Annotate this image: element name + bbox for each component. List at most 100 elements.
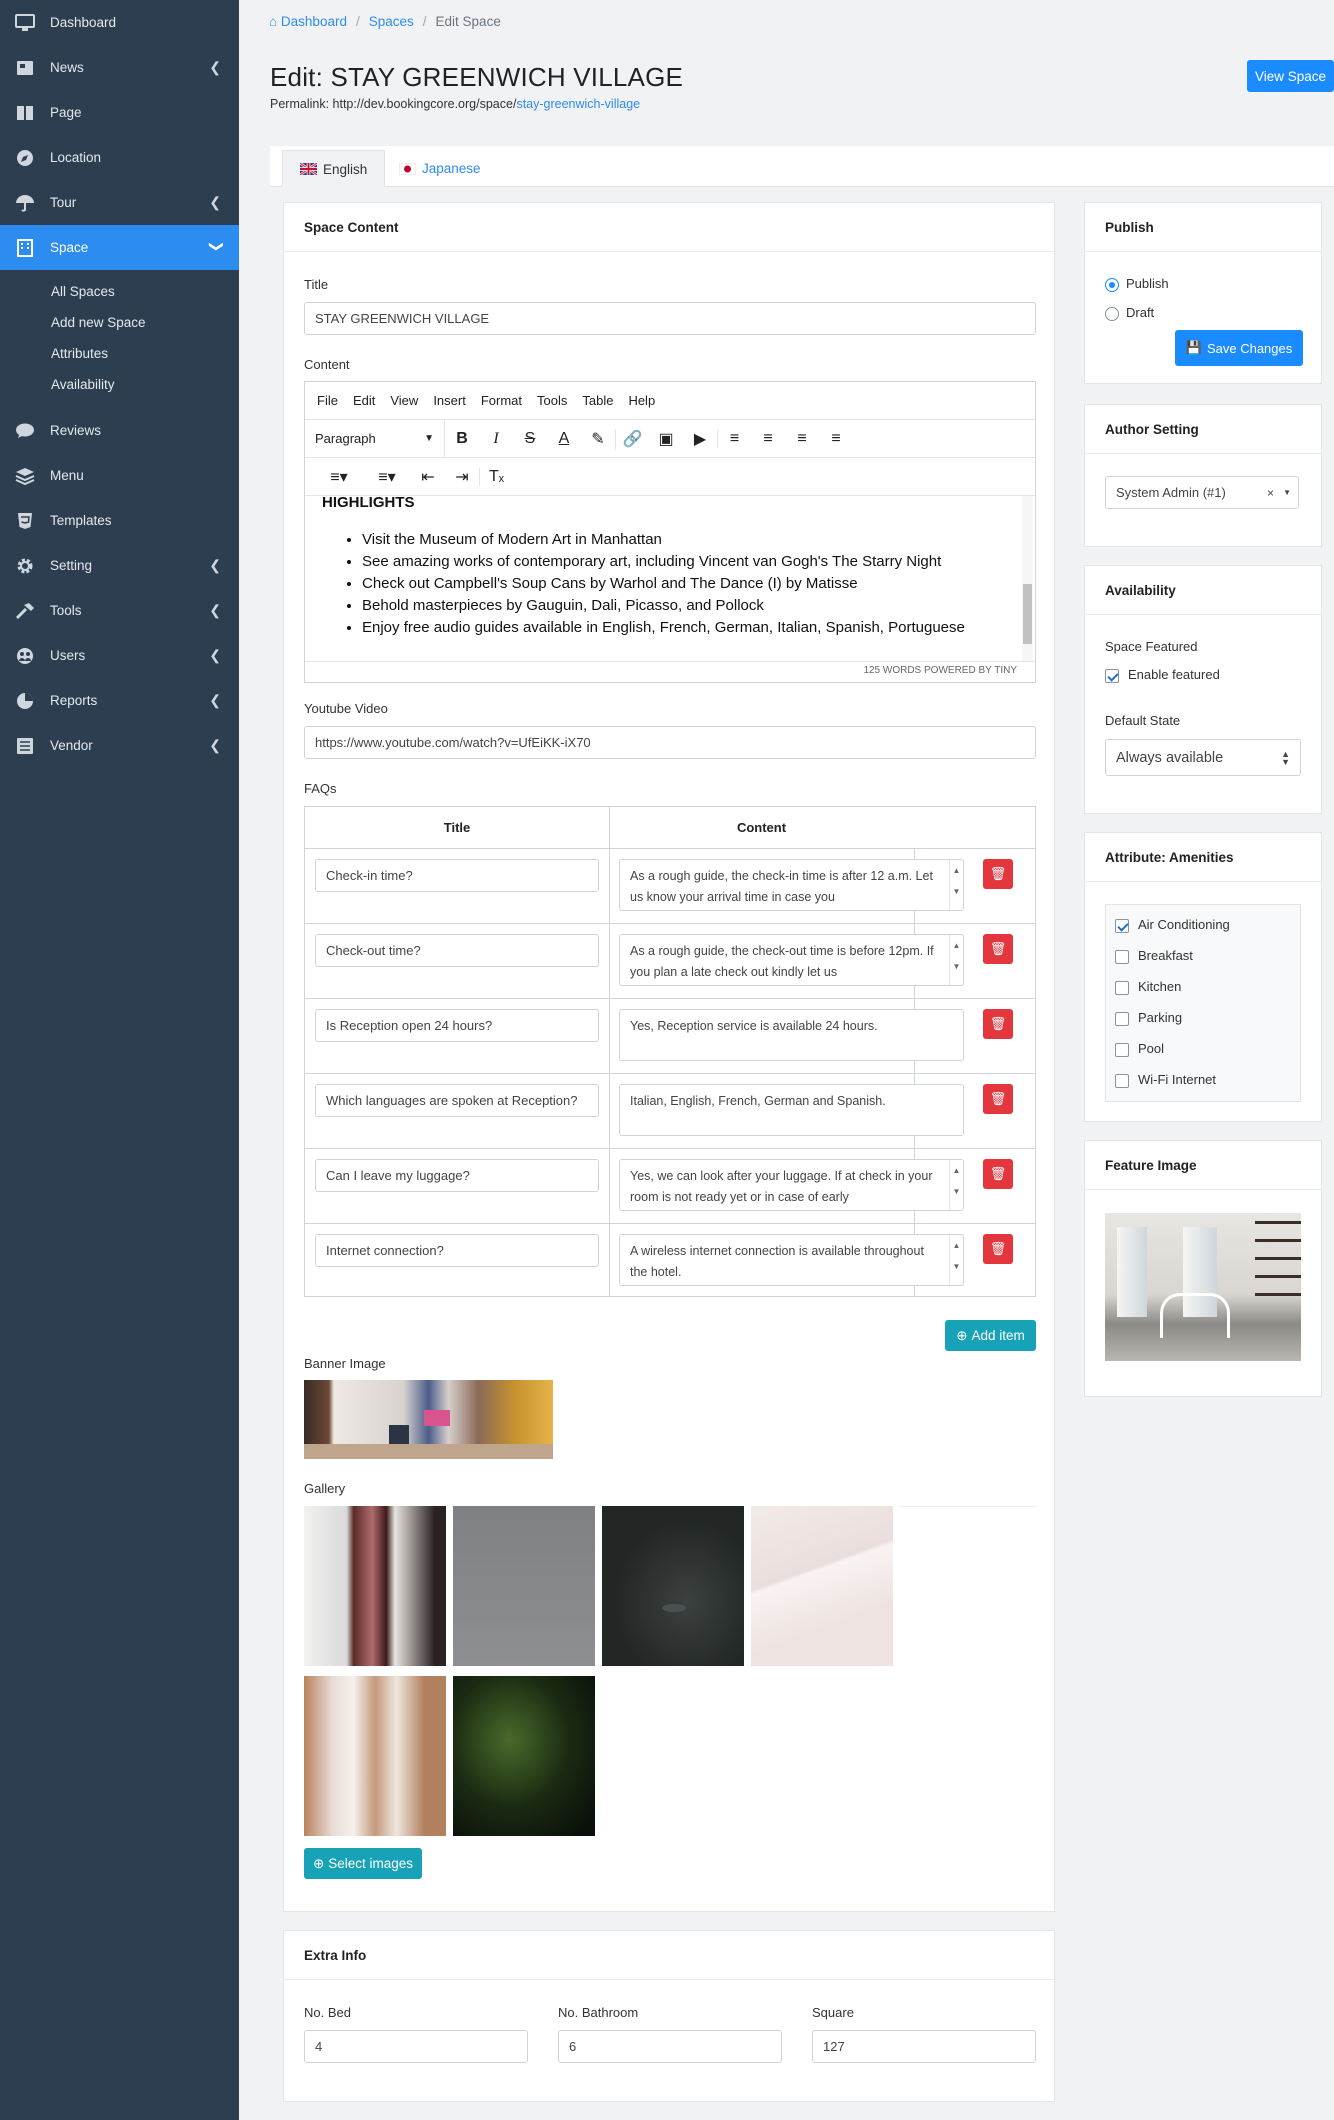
select-images-button[interactable]: ⊕ Select images bbox=[304, 1848, 422, 1879]
banner-image[interactable] bbox=[304, 1380, 553, 1459]
amenity-pool[interactable]: Pool bbox=[1115, 1041, 1164, 1057]
faq-content-textarea[interactable]: As a rough guide, the check-in time is a… bbox=[619, 859, 964, 911]
sidebar-item-setting[interactable]: Setting ❮ bbox=[0, 543, 239, 588]
amenity-air-conditioning[interactable]: Air Conditioning bbox=[1115, 917, 1230, 933]
text-color-icon[interactable]: A bbox=[547, 430, 581, 448]
faq-content-textarea[interactable]: As a rough guide, the check-out time is … bbox=[619, 934, 964, 986]
breadcrumb-spaces[interactable]: Spaces bbox=[369, 14, 414, 29]
strikethrough-icon[interactable]: S bbox=[513, 430, 547, 448]
permalink-slug-link[interactable]: stay-greenwich-village bbox=[516, 97, 640, 111]
submenu-all-spaces[interactable]: All Spaces bbox=[0, 276, 239, 307]
sidebar-item-menu[interactable]: Menu bbox=[0, 453, 239, 498]
editor-menu-tools[interactable]: Tools bbox=[537, 393, 567, 408]
trash-icon[interactable]: 🗑 bbox=[983, 1234, 1013, 1264]
faq-title-input[interactable]: Check-out time? bbox=[315, 934, 599, 967]
faq-content-textarea[interactable]: Yes, Reception service is available 24 h… bbox=[619, 1009, 964, 1061]
faq-title-input[interactable]: Internet connection? bbox=[315, 1234, 599, 1267]
add-item-button[interactable]: ⊕ Add item bbox=[945, 1320, 1036, 1351]
amenity-kitchen[interactable]: Kitchen bbox=[1115, 979, 1181, 995]
trash-icon[interactable]: 🗑 bbox=[983, 859, 1013, 889]
editor-menu-view[interactable]: View bbox=[390, 393, 418, 408]
faq-content-textarea[interactable]: A wireless internet connection is availa… bbox=[619, 1234, 964, 1286]
faq-content-textarea[interactable]: Yes, we can look after your luggage. If … bbox=[619, 1159, 964, 1211]
gallery-image[interactable] bbox=[602, 1506, 744, 1666]
faq-title-input[interactable]: Can I leave my luggage? bbox=[315, 1159, 599, 1192]
align-center-icon[interactable]: ≡ bbox=[751, 430, 785, 448]
title-input[interactable]: STAY GREENWICH VILLAGE bbox=[304, 302, 1036, 335]
align-left-icon[interactable]: ≡ bbox=[717, 429, 751, 448]
submenu-add-new-space[interactable]: Add new Space bbox=[0, 307, 239, 338]
editor-menu-insert[interactable]: Insert bbox=[433, 393, 466, 408]
editor-content[interactable]: HIGHLIGHTS Visit the Museum of Modern Ar… bbox=[305, 496, 1035, 661]
submenu-attributes[interactable]: Attributes bbox=[0, 338, 239, 369]
faq-title-input[interactable]: Check-in time? bbox=[315, 859, 599, 892]
amenity-wifi-internet[interactable]: Wi-Fi Internet bbox=[1115, 1072, 1216, 1088]
faq-content-textarea[interactable]: Italian, English, French, German and Spa… bbox=[619, 1084, 964, 1136]
author-select[interactable]: System Admin (#1) × ▼ bbox=[1105, 476, 1299, 509]
sidebar-item-location[interactable]: Location bbox=[0, 135, 239, 180]
sidebar-item-users[interactable]: Users ❮ bbox=[0, 633, 239, 678]
bed-input[interactable]: 4 bbox=[304, 2030, 528, 2063]
gallery-image[interactable] bbox=[453, 1506, 595, 1666]
image-icon[interactable]: ▣ bbox=[649, 429, 683, 449]
link-icon[interactable]: 🔗 bbox=[615, 428, 649, 449]
breadcrumb-dashboard[interactable]: ⌂ Dashboard bbox=[269, 14, 347, 29]
amenity-parking[interactable]: Parking bbox=[1115, 1010, 1182, 1026]
enable-featured-checkbox[interactable]: Enable featured bbox=[1105, 667, 1220, 683]
gallery-image[interactable] bbox=[751, 1506, 893, 1666]
tab-japanese[interactable]: Japanese bbox=[382, 150, 498, 187]
trash-icon[interactable]: 🗑 bbox=[983, 1084, 1013, 1114]
gallery-image[interactable] bbox=[304, 1506, 446, 1666]
draft-radio[interactable]: Draft bbox=[1105, 305, 1154, 321]
gallery-image[interactable] bbox=[900, 1506, 1036, 1666]
gallery-image[interactable] bbox=[453, 1676, 595, 1836]
bold-icon[interactable]: B bbox=[445, 430, 479, 448]
sidebar-item-space[interactable]: Space ❮ bbox=[0, 225, 239, 270]
save-changes-button[interactable]: 💾 Save Changes bbox=[1175, 330, 1303, 366]
tab-english[interactable]: English bbox=[282, 150, 386, 187]
bathroom-input[interactable]: 6 bbox=[558, 2030, 782, 2063]
paragraph-select[interactable]: Paragraph ▼ bbox=[315, 419, 445, 458]
editor-menu-table[interactable]: Table bbox=[582, 393, 613, 408]
faq-title-input[interactable]: Which languages are spoken at Reception? bbox=[315, 1084, 599, 1117]
sidebar-item-vendor[interactable]: Vendor ❮ bbox=[0, 723, 239, 768]
editor-menu-help[interactable]: Help bbox=[628, 393, 655, 408]
view-space-button[interactable]: View Space bbox=[1247, 60, 1334, 92]
feature-image[interactable] bbox=[1105, 1213, 1301, 1361]
editor-menu-format[interactable]: Format bbox=[481, 393, 522, 408]
sidebar-item-tools[interactable]: Tools ❮ bbox=[0, 588, 239, 633]
bullet-list-icon[interactable]: ≡▾ bbox=[363, 467, 411, 487]
editor-scrollbar[interactable] bbox=[1022, 496, 1033, 661]
numbered-list-icon[interactable]: ≡▾ bbox=[315, 467, 363, 487]
trash-icon[interactable]: 🗑 bbox=[983, 1009, 1013, 1039]
sidebar-item-reviews[interactable]: Reviews bbox=[0, 408, 239, 453]
sidebar-item-dashboard[interactable]: Dashboard bbox=[0, 0, 239, 45]
media-icon[interactable]: ▶ bbox=[683, 429, 717, 449]
align-justify-icon[interactable]: ≡ bbox=[819, 430, 853, 448]
sidebar-item-page[interactable]: Page bbox=[0, 90, 239, 135]
indent-icon[interactable]: ⇥ bbox=[445, 467, 479, 487]
gallery-image[interactable] bbox=[304, 1676, 446, 1836]
clear-icon[interactable]: × bbox=[1267, 486, 1274, 500]
square-input[interactable]: 127 bbox=[812, 2030, 1036, 2063]
sidebar-item-news[interactable]: News ❮ bbox=[0, 45, 239, 90]
faq-title-input[interactable]: Is Reception open 24 hours? bbox=[315, 1009, 599, 1042]
layers-icon bbox=[14, 465, 36, 487]
submenu-availability[interactable]: Availability bbox=[0, 369, 239, 400]
publish-radio[interactable]: Publish bbox=[1105, 276, 1169, 292]
sidebar-item-templates[interactable]: Templates bbox=[0, 498, 239, 543]
italic-icon[interactable]: I bbox=[479, 430, 513, 448]
highlight-color-icon[interactable]: ✎ bbox=[581, 429, 615, 449]
trash-icon[interactable]: 🗑 bbox=[983, 1159, 1013, 1189]
trash-icon[interactable]: 🗑 bbox=[983, 934, 1013, 964]
sidebar-item-reports[interactable]: Reports ❮ bbox=[0, 678, 239, 723]
clear-formatting-icon[interactable]: Tₓ bbox=[479, 467, 513, 486]
default-state-select[interactable]: Always available ▲ ▼ bbox=[1105, 739, 1301, 776]
outdent-icon[interactable]: ⇤ bbox=[411, 467, 445, 487]
youtube-input[interactable]: https://www.youtube.com/watch?v=UfEiKK-i… bbox=[304, 726, 1036, 759]
amenity-breakfast[interactable]: Breakfast bbox=[1115, 948, 1193, 964]
align-right-icon[interactable]: ≡ bbox=[785, 430, 819, 448]
editor-menu-edit[interactable]: Edit bbox=[353, 393, 375, 408]
sidebar-item-tour[interactable]: Tour ❮ bbox=[0, 180, 239, 225]
editor-menu-file[interactable]: File bbox=[317, 393, 338, 408]
